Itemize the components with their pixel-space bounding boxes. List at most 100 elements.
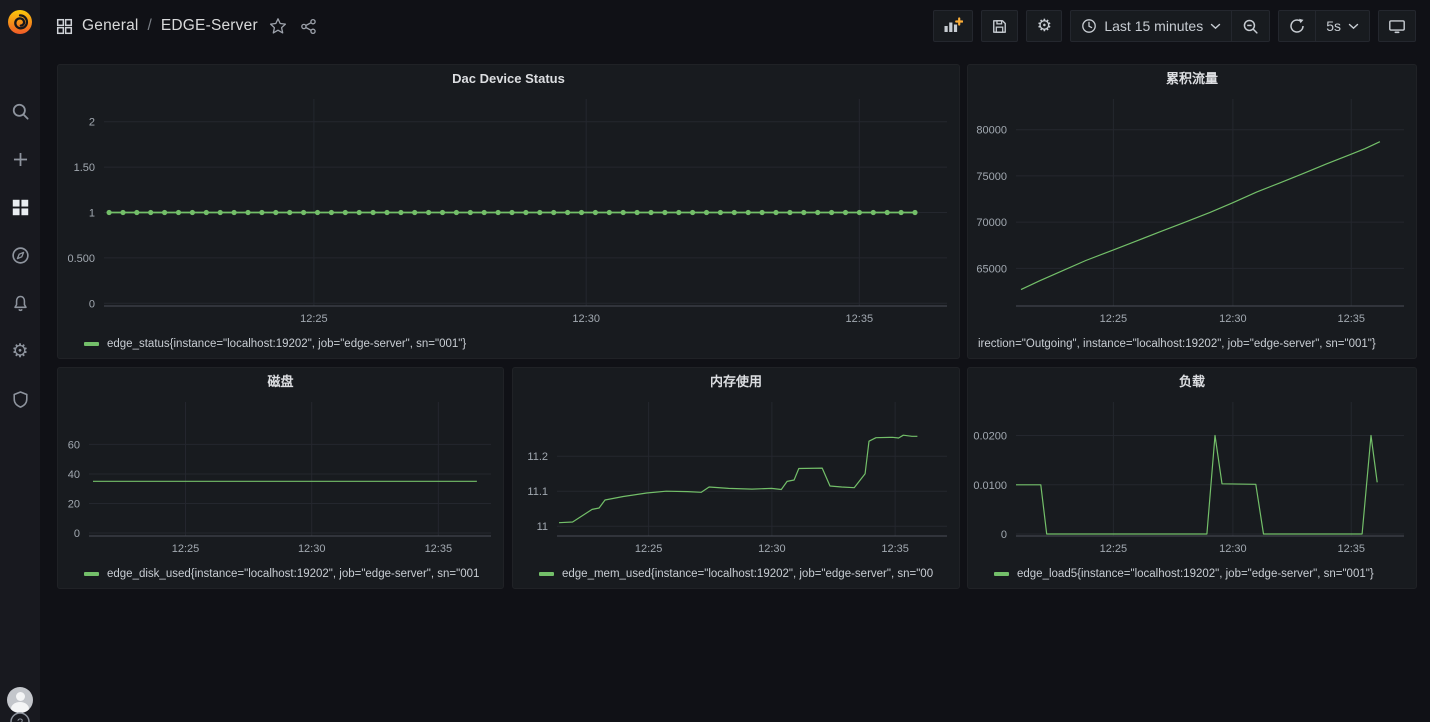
refresh-button[interactable] bbox=[1279, 11, 1315, 41]
legend-row[interactable]: irection="Outgoing", instance="localhost… bbox=[968, 336, 1416, 351]
share-icon[interactable] bbox=[298, 16, 319, 37]
svg-text:11.1: 11.1 bbox=[527, 486, 548, 498]
breadcrumb: General / EDGE-Server bbox=[56, 15, 319, 37]
disk-graph[interactable]: 0 20 40 60 12:25 12:30 12:35 bbox=[58, 396, 503, 566]
chevron-down-icon bbox=[1210, 23, 1221, 30]
svg-text:12:35: 12:35 bbox=[1337, 313, 1365, 325]
time-range-picker[interactable]: Last 15 minutes bbox=[1071, 11, 1231, 41]
explore-compass-icon[interactable] bbox=[0, 231, 40, 279]
legend-row[interactable]: edge_status{instance="localhost:19202", … bbox=[58, 336, 959, 351]
svg-text:0: 0 bbox=[74, 528, 80, 540]
panel-memory-usage: 内存使用 1111.111.212:2512:3012:35 edge_mem_… bbox=[512, 367, 960, 589]
grafana-logo[interactable] bbox=[0, 0, 40, 46]
save-dashboard-button[interactable] bbox=[981, 10, 1018, 42]
top-navbar: General / EDGE-Server bbox=[40, 0, 1430, 52]
svg-text:11.2: 11.2 bbox=[527, 451, 548, 463]
panel-dac-device-status: Dac Device Status 00.50011.50212:2512:30… bbox=[57, 64, 960, 359]
legend-series-label[interactable]: edge_status{instance="localhost:19202", … bbox=[107, 338, 466, 350]
svg-text:12:35: 12:35 bbox=[881, 543, 909, 555]
svg-text:12:25: 12:25 bbox=[172, 543, 200, 555]
svg-text:60: 60 bbox=[68, 439, 80, 451]
server-admin-shield-icon[interactable] bbox=[0, 375, 40, 423]
panel-cumulative-traffic: 累积流量 6500070000750008000012:2512:3012:35… bbox=[967, 64, 1417, 359]
dashboard-title[interactable]: EDGE-Server bbox=[161, 17, 258, 35]
dashboard-settings-button[interactable]: ⚙ bbox=[1026, 10, 1062, 42]
breadcrumb-separator: / bbox=[148, 17, 152, 35]
grafana-dashboard: ⚙ ? General / EDGE-Server bbox=[0, 0, 1430, 722]
svg-text:?: ? bbox=[17, 717, 23, 722]
legend-series-label[interactable]: edge_mem_used{instance="localhost:19202"… bbox=[562, 568, 933, 580]
sidebar: ⚙ ? bbox=[0, 0, 40, 722]
cycle-view-mode-button[interactable] bbox=[1378, 10, 1416, 42]
refresh-icon bbox=[1289, 18, 1305, 34]
legend-series-label[interactable]: edge_load5{instance="localhost:19202", j… bbox=[1017, 568, 1374, 580]
add-panel-icon bbox=[943, 17, 963, 35]
gear-glyph: ⚙ bbox=[11, 340, 28, 363]
chevron-down-icon bbox=[1348, 23, 1359, 30]
panel-disk: 磁盘 0 20 40 60 12:25 12:30 12:35 edge_disk_used… bbox=[57, 367, 504, 589]
apps-grid-icon bbox=[56, 18, 73, 35]
grafana-flame-icon bbox=[7, 9, 33, 35]
dashboards-icon[interactable] bbox=[0, 183, 40, 231]
svg-text:70000: 70000 bbox=[976, 217, 1007, 229]
svg-text:12:25: 12:25 bbox=[635, 543, 663, 555]
alerting-bell-icon[interactable] bbox=[0, 279, 40, 327]
configuration-gear-icon[interactable]: ⚙ bbox=[0, 327, 40, 375]
svg-text:65000: 65000 bbox=[976, 263, 1007, 275]
zoom-out-icon bbox=[1242, 18, 1259, 35]
legend-swatch bbox=[539, 572, 554, 576]
panel-title[interactable]: 负载 bbox=[968, 368, 1416, 396]
panel-title[interactable]: 内存使用 bbox=[513, 368, 959, 396]
svg-text:12:35: 12:35 bbox=[846, 313, 874, 325]
time-range-label: Last 15 minutes bbox=[1104, 18, 1203, 34]
panel-title[interactable]: Dac Device Status bbox=[58, 65, 959, 93]
svg-text:12:35: 12:35 bbox=[425, 543, 453, 555]
sidebar-bottom: ? bbox=[0, 678, 40, 722]
load-graph[interactable]: 00.01000.020012:2512:3012:35 bbox=[968, 396, 1416, 566]
svg-text:12:30: 12:30 bbox=[572, 313, 600, 325]
zoom-out-time-button[interactable] bbox=[1231, 11, 1269, 41]
legend-swatch bbox=[84, 572, 99, 576]
svg-text:0: 0 bbox=[1001, 529, 1007, 541]
svg-text:75000: 75000 bbox=[976, 171, 1007, 183]
legend-row[interactable]: edge_disk_used{instance="localhost:19202… bbox=[58, 566, 503, 581]
svg-text:12:30: 12:30 bbox=[758, 543, 786, 555]
breadcrumb-folder[interactable]: General bbox=[82, 17, 139, 35]
panel-title[interactable]: 累积流量 bbox=[968, 65, 1416, 93]
svg-text:12:25: 12:25 bbox=[1100, 313, 1128, 325]
memory-usage-graph[interactable]: 1111.111.212:2512:3012:35 bbox=[513, 396, 959, 566]
svg-text:1: 1 bbox=[89, 207, 95, 219]
panel-title[interactable]: 磁盘 bbox=[58, 368, 503, 396]
create-plus-icon[interactable] bbox=[0, 135, 40, 183]
navbar-actions: ⚙ Last 15 minutes bbox=[933, 10, 1416, 42]
legend-swatch bbox=[84, 342, 99, 346]
svg-text:12:30: 12:30 bbox=[298, 543, 326, 555]
cumulative-traffic-graph[interactable]: 6500070000750008000012:2512:3012:35 bbox=[968, 93, 1416, 336]
save-icon bbox=[991, 18, 1008, 35]
tv-monitor-icon bbox=[1388, 18, 1406, 35]
time-picker-group: Last 15 minutes bbox=[1070, 10, 1270, 42]
refresh-interval-label: 5s bbox=[1326, 18, 1341, 34]
search-icon[interactable] bbox=[0, 87, 40, 135]
dac-device-status-graph[interactable]: 00.50011.50212:2512:3012:35 bbox=[58, 93, 959, 336]
refresh-interval-picker[interactable]: 5s bbox=[1315, 11, 1369, 41]
legend-row[interactable]: edge_mem_used{instance="localhost:19202"… bbox=[513, 566, 959, 581]
panel-load: 负载 00.01000.020012:2512:3012:35 edge_loa… bbox=[967, 367, 1417, 589]
add-panel-button[interactable] bbox=[933, 10, 973, 42]
help-icon[interactable]: ? bbox=[8, 710, 32, 722]
settings-gear-icon: ⚙ bbox=[1037, 16, 1052, 36]
svg-text:0.0100: 0.0100 bbox=[973, 480, 1007, 492]
clock-icon bbox=[1081, 18, 1097, 34]
svg-text:12:30: 12:30 bbox=[1219, 543, 1247, 555]
svg-text:20: 20 bbox=[68, 498, 80, 510]
legend-series-label[interactable]: edge_disk_used{instance="localhost:19202… bbox=[107, 568, 479, 580]
star-icon[interactable] bbox=[267, 15, 289, 37]
svg-text:80000: 80000 bbox=[976, 125, 1007, 137]
svg-text:12:35: 12:35 bbox=[1337, 543, 1365, 555]
svg-text:2: 2 bbox=[89, 117, 95, 129]
svg-text:0.500: 0.500 bbox=[67, 253, 95, 265]
svg-text:12:25: 12:25 bbox=[300, 313, 328, 325]
legend-series-label[interactable]: irection="Outgoing", instance="localhost… bbox=[978, 338, 1376, 350]
svg-text:40: 40 bbox=[68, 469, 80, 481]
legend-row[interactable]: edge_load5{instance="localhost:19202", j… bbox=[968, 566, 1416, 581]
